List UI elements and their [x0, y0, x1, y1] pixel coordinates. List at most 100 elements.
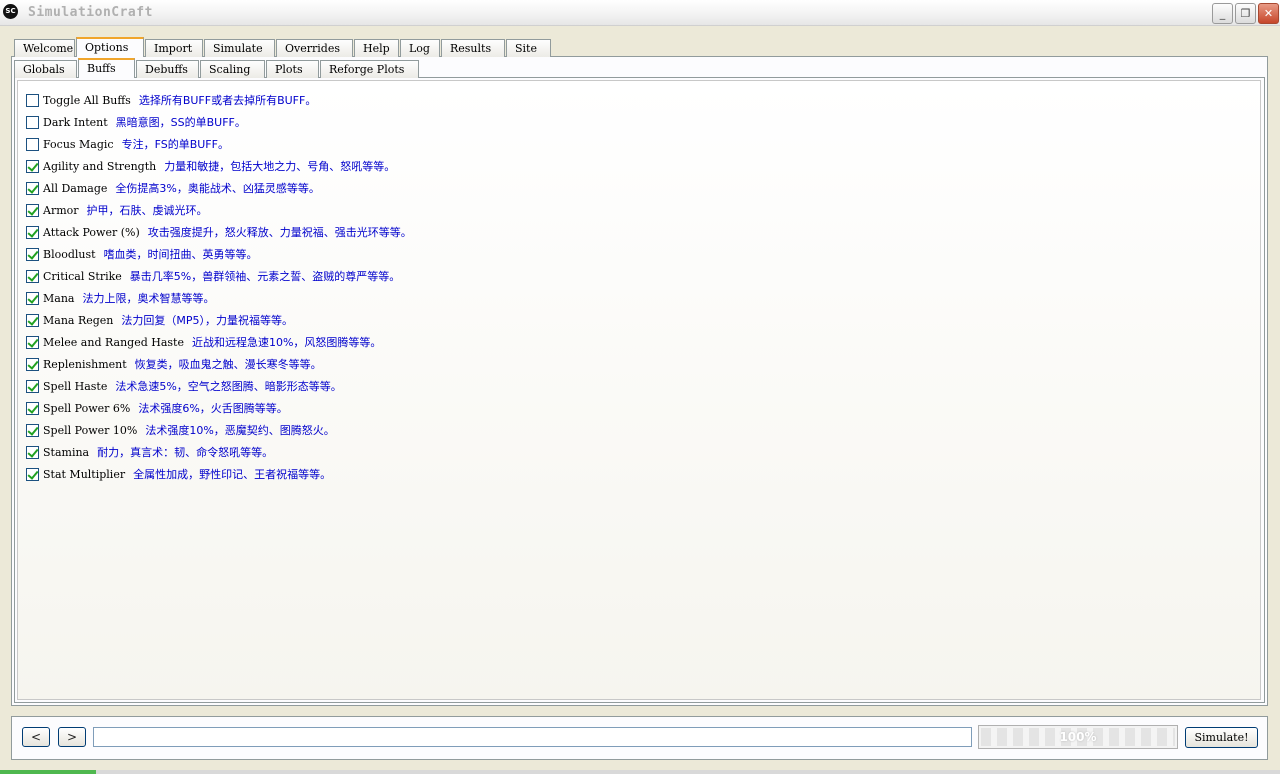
- tab-results[interactable]: Results: [441, 39, 505, 57]
- checkbox[interactable]: [26, 93, 39, 107]
- checkbox[interactable]: [26, 159, 39, 173]
- buff-row-agility-strength[interactable]: Agility and Strength 力量和敏捷，包括大地之力、号角、怒吼等…: [26, 155, 412, 177]
- buff-description: 暴击几率5%，兽群领袖、元素之誓、盗贼的尊严等等。: [129, 270, 401, 283]
- tab-scaling[interactable]: Scaling: [200, 60, 265, 78]
- buff-label: Dark Intent: [43, 115, 108, 129]
- checkbox[interactable]: [26, 467, 39, 481]
- buff-row-mana[interactable]: Mana 法力上限，奥术智慧等等。: [26, 287, 412, 309]
- buff-row-focus-magic[interactable]: Focus Magic 专注，FS的单BUFF。: [26, 133, 412, 155]
- buff-label: Spell Haste: [43, 379, 108, 393]
- buff-row-melee-ranged-haste[interactable]: Melee and Ranged Haste 近战和远程急速10%，风怒图腾等等…: [26, 331, 412, 353]
- tab-help[interactable]: Help: [354, 39, 399, 57]
- checkbox[interactable]: [26, 269, 39, 283]
- buffs-list-area: Toggle All Buffs 选择所有BUFF或者去掉所有BUFF。 Dar…: [17, 80, 1261, 700]
- title-bar: SC SimulationCraft _ ❐ ✕: [0, 0, 1280, 26]
- tab-site[interactable]: Site: [506, 39, 551, 57]
- progress-bar: 100%: [978, 725, 1178, 749]
- forward-button[interactable]: >: [58, 727, 86, 747]
- buff-row-spell-power-10[interactable]: Spell Power 10% 法术强度10%，恶魔契约、图腾怒火。: [26, 419, 412, 441]
- buff-description: 法术强度10%，恶魔契约、图腾怒火。: [145, 424, 335, 437]
- buff-label: Replenishment: [43, 357, 127, 371]
- tab-import[interactable]: Import: [145, 39, 203, 57]
- tab-log[interactable]: Log: [400, 39, 440, 57]
- checkbox[interactable]: [26, 225, 39, 239]
- buff-row-critical-strike[interactable]: Critical Strike 暴击几率5%，兽群领袖、元素之誓、盗贼的尊严等等…: [26, 265, 412, 287]
- buff-description: 力量和敏捷，包括大地之力、号角、怒吼等等。: [164, 160, 396, 173]
- simulate-button[interactable]: Simulate!: [1185, 727, 1258, 748]
- buff-label: Bloodlust: [43, 247, 96, 261]
- buff-row-bloodlust[interactable]: Bloodlust 嗜血类，时间扭曲、英勇等等。: [26, 243, 412, 265]
- buff-description: 法力回复（MP5），力量祝福等等。: [121, 314, 294, 327]
- buff-label: All Damage: [43, 181, 108, 195]
- buff-row-mana-regen[interactable]: Mana Regen 法力回复（MP5），力量祝福等等。: [26, 309, 412, 331]
- checkbox[interactable]: [26, 137, 39, 151]
- checkbox[interactable]: [26, 423, 39, 437]
- maximize-button[interactable]: ❐: [1235, 3, 1256, 24]
- buff-label: Spell Power 10%: [43, 423, 138, 437]
- checkbox[interactable]: [26, 115, 39, 129]
- window-title: SimulationCraft: [28, 5, 153, 20]
- checkbox[interactable]: [26, 445, 39, 459]
- buff-row-attack-power[interactable]: Attack Power (%) 攻击强度提升，怒火释放、力量祝福、强击光环等等…: [26, 221, 412, 243]
- checkbox[interactable]: [26, 291, 39, 305]
- buff-label: Stamina: [43, 445, 90, 459]
- buff-description: 全伤提高3%，奥能战术、凶猛灵感等等。: [115, 182, 320, 195]
- tab-reforge-plots[interactable]: Reforge Plots: [320, 60, 419, 78]
- buff-description: 近战和远程急速10%，风怒图腾等等。: [191, 336, 382, 349]
- buff-label: Focus Magic: [43, 137, 114, 151]
- checkbox[interactable]: [26, 379, 39, 393]
- options-sub-tab-bar: Globals Buffs Debuffs Scaling Plots Refo…: [14, 58, 420, 78]
- buff-description: 恢复类，吸血鬼之触、漫长寒冬等等。: [134, 358, 322, 371]
- buff-label: Critical Strike: [43, 269, 122, 283]
- tab-options[interactable]: Options: [76, 37, 144, 57]
- back-button[interactable]: <: [22, 727, 50, 747]
- buff-description: 专注，FS的单BUFF。: [121, 138, 229, 151]
- buff-label: Mana: [43, 291, 75, 305]
- tab-plots[interactable]: Plots: [266, 60, 319, 78]
- buff-label: Mana Regen: [43, 313, 114, 327]
- buff-description: 黑暗意图，SS的单BUFF。: [115, 116, 246, 129]
- buff-description: 攻击强度提升，怒火释放、力量祝福、强击光环等等。: [147, 226, 412, 239]
- buff-description: 法术强度6%，火舌图腾等等。: [138, 402, 288, 415]
- buff-row-all-damage[interactable]: All Damage 全伤提高3%，奥能战术、凶猛灵感等等。: [26, 177, 412, 199]
- buff-row-toggle-all[interactable]: Toggle All Buffs 选择所有BUFF或者去掉所有BUFF。: [26, 89, 412, 111]
- checkbox[interactable]: [26, 401, 39, 415]
- buff-label: Agility and Strength: [43, 159, 157, 173]
- buff-row-stamina[interactable]: Stamina 耐力，真言术：韧、命令怒吼等等。: [26, 441, 412, 463]
- buff-label: Spell Power 6%: [43, 401, 131, 415]
- buff-description: 耐力，真言术：韧、命令怒吼等等。: [97, 446, 274, 459]
- buff-description: 法术急速5%，空气之怒图腾、暗影形态等等。: [115, 380, 342, 393]
- buff-row-dark-intent[interactable]: Dark Intent 黑暗意图，SS的单BUFF。: [26, 111, 412, 133]
- progress-text: 100%: [1059, 730, 1097, 744]
- buff-description: 法力上限，奥术智慧等等。: [82, 292, 215, 305]
- buff-description: 嗜血类，时间扭曲、英勇等等。: [103, 248, 258, 261]
- buff-label: Toggle All Buffs: [43, 93, 131, 107]
- tab-overrides[interactable]: Overrides: [276, 39, 353, 57]
- buff-label: Melee and Ranged Haste: [43, 335, 184, 349]
- buff-row-spell-power-6[interactable]: Spell Power 6% 法术强度6%，火舌图腾等等。: [26, 397, 412, 419]
- checkbox[interactable]: [26, 313, 39, 327]
- minimize-button[interactable]: _: [1212, 3, 1233, 24]
- command-input[interactable]: [93, 727, 972, 747]
- checkbox[interactable]: [26, 203, 39, 217]
- buff-row-replenishment[interactable]: Replenishment 恢复类，吸血鬼之触、漫长寒冬等等。: [26, 353, 412, 375]
- buff-label: Stat Multiplier: [43, 467, 126, 481]
- tab-buffs[interactable]: Buffs: [78, 58, 135, 78]
- checkbox[interactable]: [26, 247, 39, 261]
- buff-label: Armor: [43, 203, 79, 217]
- close-button[interactable]: ✕: [1258, 3, 1279, 24]
- taskbar-start-edge: [0, 770, 96, 774]
- tab-simulate[interactable]: Simulate: [204, 39, 275, 57]
- tab-globals[interactable]: Globals: [14, 60, 77, 78]
- buff-description: 选择所有BUFF或者去掉所有BUFF。: [138, 94, 317, 107]
- buff-description: 护甲，石肤、虔诚光环。: [86, 204, 208, 217]
- tab-debuffs[interactable]: Debuffs: [136, 60, 199, 78]
- buff-row-armor[interactable]: Armor 护甲，石肤、虔诚光环。: [26, 199, 412, 221]
- buff-row-spell-haste[interactable]: Spell Haste 法术急速5%，空气之怒图腾、暗影形态等等。: [26, 375, 412, 397]
- buff-row-stat-multiplier[interactable]: Stat Multiplier 全属性加成，野性印记、王者祝福等等。: [26, 463, 412, 485]
- checkbox[interactable]: [26, 335, 39, 349]
- checkbox[interactable]: [26, 357, 39, 371]
- taskbar-strip: [0, 770, 1280, 774]
- tab-welcome[interactable]: Welcome: [14, 39, 75, 57]
- checkbox[interactable]: [26, 181, 39, 195]
